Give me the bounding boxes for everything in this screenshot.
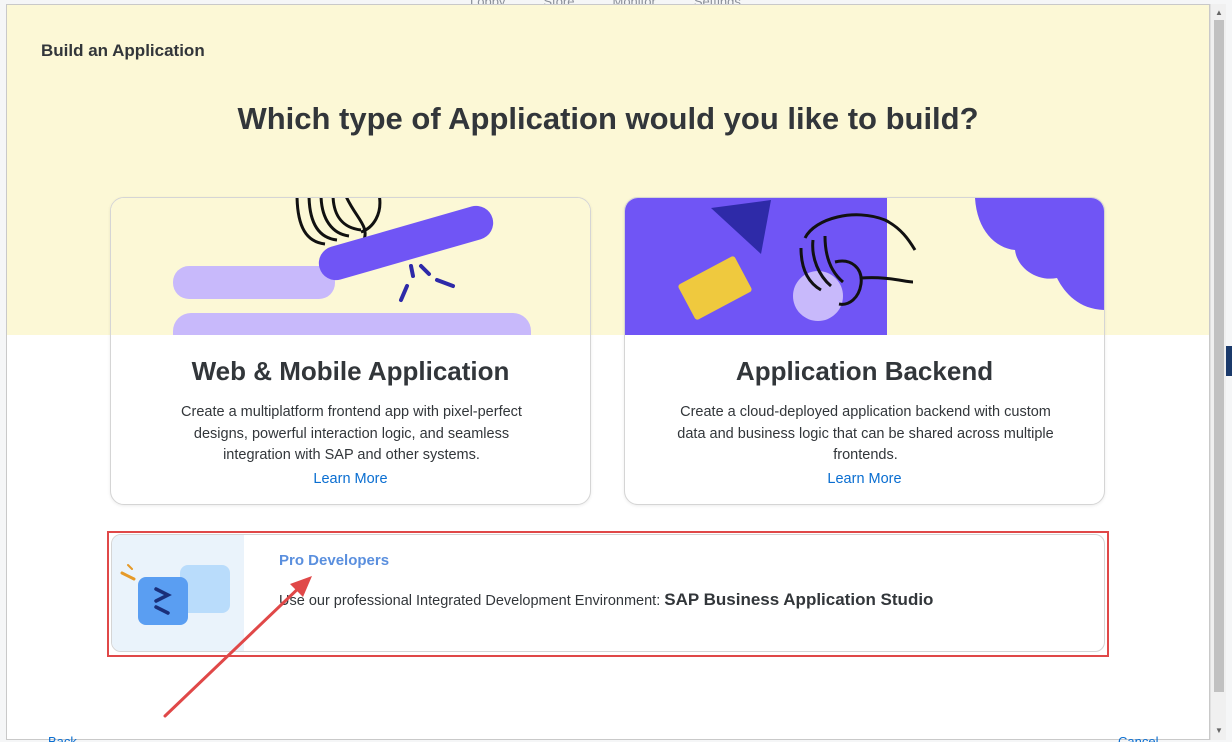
pro-developers-card[interactable]: Pro Developers Use our professional Inte… bbox=[111, 534, 1105, 652]
learn-more-link[interactable]: Learn More bbox=[625, 471, 1104, 487]
page-title: Which type of Application would you like… bbox=[237, 101, 979, 136]
card-title: Application Backend bbox=[735, 356, 994, 386]
application-backend-card[interactable]: Application Backend Create a cloud-deplo… bbox=[624, 197, 1105, 505]
build-application-dialog: Build an Application Which type of Appli… bbox=[6, 4, 1210, 740]
dialog-title: Build an Application bbox=[41, 41, 205, 60]
application-backend-illustration bbox=[625, 198, 1104, 335]
card-description: Create a multiplatform frontend app with… bbox=[181, 404, 522, 463]
card-description: Create a cloud-deployed application back… bbox=[677, 404, 1054, 463]
learn-more-link[interactable]: Learn More bbox=[111, 471, 590, 487]
pro-developers-description: Use our professional Integrated Developm… bbox=[279, 590, 933, 610]
sap-business-application-studio-label: SAP Business Application Studio bbox=[664, 590, 934, 609]
cancel-button[interactable]: Cancel bbox=[1118, 734, 1158, 742]
vertical-scrollbar[interactable]: ▲ ▼ bbox=[1210, 4, 1226, 740]
web-mobile-application-card[interactable]: Web & Mobile Application Create a multip… bbox=[110, 197, 591, 505]
scroll-up-icon[interactable]: ▲ bbox=[1215, 8, 1223, 17]
code-editor-icon bbox=[112, 535, 244, 651]
back-button[interactable]: Back bbox=[48, 734, 77, 742]
pro-developers-link[interactable]: Pro Developers bbox=[279, 552, 389, 569]
card-title: Web & Mobile Application bbox=[191, 356, 510, 386]
pro-description-text: Use our professional Integrated Developm… bbox=[279, 593, 661, 609]
scrollbar-thumb[interactable] bbox=[1214, 20, 1224, 692]
scroll-down-icon[interactable]: ▼ bbox=[1215, 726, 1223, 735]
web-mobile-illustration bbox=[111, 198, 590, 335]
